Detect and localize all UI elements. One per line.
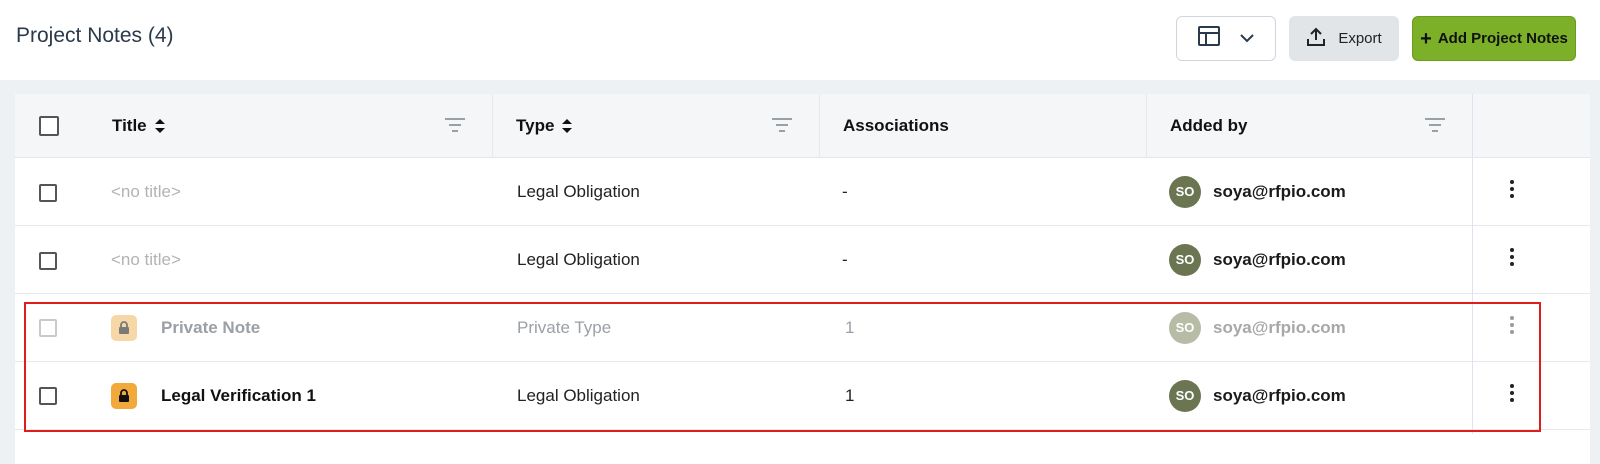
added-by: SO soya@rfpio.com xyxy=(1169,294,1346,361)
avatar: SO xyxy=(1169,311,1201,344)
add-project-notes-button[interactable]: + Add Project Notes xyxy=(1412,16,1576,61)
note-type: Legal Obligation xyxy=(517,385,640,405)
column-header-added-by: Added by xyxy=(1170,116,1248,135)
added-by: SO soya@rfpio.com xyxy=(1169,226,1346,293)
table-header: Title Type Associations Added by xyxy=(15,94,1590,158)
note-associations: 1 xyxy=(845,385,855,405)
note-title[interactable]: Legal Verification 1 xyxy=(161,386,316,406)
export-label: Export xyxy=(1338,30,1382,47)
column-header-title[interactable]: Title xyxy=(112,94,165,158)
column-divider xyxy=(1146,94,1147,158)
note-title[interactable]: <no title> xyxy=(111,226,181,293)
sort-icon[interactable] xyxy=(562,119,573,133)
table-row[interactable]: <no title> Legal Obligation - SO soya@rf… xyxy=(15,226,1590,294)
note-title-cell[interactable]: Legal Verification 1 xyxy=(111,362,316,429)
kebab-menu-icon[interactable] xyxy=(1510,180,1514,198)
avatar: SO xyxy=(1169,175,1201,208)
top-bar: Project Notes (4) Export + Add Project N… xyxy=(0,0,1600,80)
lock-icon xyxy=(111,314,137,341)
chevron-down-icon xyxy=(1240,30,1254,48)
row-checkbox xyxy=(39,319,57,337)
note-type: Private Type xyxy=(517,317,612,337)
action-column-divider xyxy=(1472,94,1473,434)
table-layout-icon xyxy=(1198,26,1220,51)
note-associations: - xyxy=(842,249,848,269)
plus-icon: + xyxy=(1420,27,1432,50)
sort-icon[interactable] xyxy=(154,119,165,133)
added-by-email: soya@rfpio.com xyxy=(1213,385,1346,405)
page-title: Project Notes (4) xyxy=(16,24,174,47)
note-associations: 1 xyxy=(845,317,855,337)
kebab-menu-icon xyxy=(1510,316,1514,334)
view-layout-button[interactable] xyxy=(1176,16,1276,61)
row-checkbox[interactable] xyxy=(39,184,57,202)
added-by-email: soya@rfpio.com xyxy=(1213,317,1346,337)
avatar: SO xyxy=(1169,243,1201,276)
added-by: SO soya@rfpio.com xyxy=(1169,362,1346,429)
filter-icon[interactable] xyxy=(1424,116,1446,139)
filter-icon[interactable] xyxy=(771,116,793,139)
row-checkbox[interactable] xyxy=(39,252,57,270)
note-title[interactable]: <no title> xyxy=(111,158,181,225)
table-row[interactable]: <no title> Legal Obligation - SO soya@rf… xyxy=(15,158,1590,226)
notes-table: Title Type Associations Added by <no tit… xyxy=(15,94,1590,464)
added-by: SO soya@rfpio.com xyxy=(1169,158,1346,225)
table-row: Private Note Private Type 1 SO soya@rfpi… xyxy=(15,294,1590,362)
avatar: SO xyxy=(1169,379,1201,412)
added-by-email: soya@rfpio.com xyxy=(1213,181,1346,201)
table-row[interactable]: Legal Verification 1 Legal Obligation 1 … xyxy=(15,362,1590,430)
lock-icon xyxy=(111,382,137,409)
kebab-menu-icon[interactable] xyxy=(1510,384,1514,402)
note-title: Private Note xyxy=(161,317,261,337)
note-associations: - xyxy=(842,181,848,201)
note-title-cell: Private Note xyxy=(111,294,260,361)
row-checkbox[interactable] xyxy=(39,387,57,405)
column-header-type[interactable]: Type xyxy=(516,94,573,158)
filter-icon[interactable] xyxy=(444,116,466,139)
export-button[interactable]: Export xyxy=(1289,16,1399,61)
note-type: Legal Obligation xyxy=(517,249,640,269)
kebab-menu-icon[interactable] xyxy=(1510,248,1514,266)
note-type: Legal Obligation xyxy=(517,181,640,201)
add-label: Add Project Notes xyxy=(1437,30,1568,47)
column-divider xyxy=(492,94,493,158)
column-divider xyxy=(819,94,820,158)
column-header-associations: Associations xyxy=(843,116,949,135)
added-by-email: soya@rfpio.com xyxy=(1213,249,1346,269)
upload-icon xyxy=(1306,27,1326,51)
select-all-checkbox[interactable] xyxy=(39,116,59,136)
